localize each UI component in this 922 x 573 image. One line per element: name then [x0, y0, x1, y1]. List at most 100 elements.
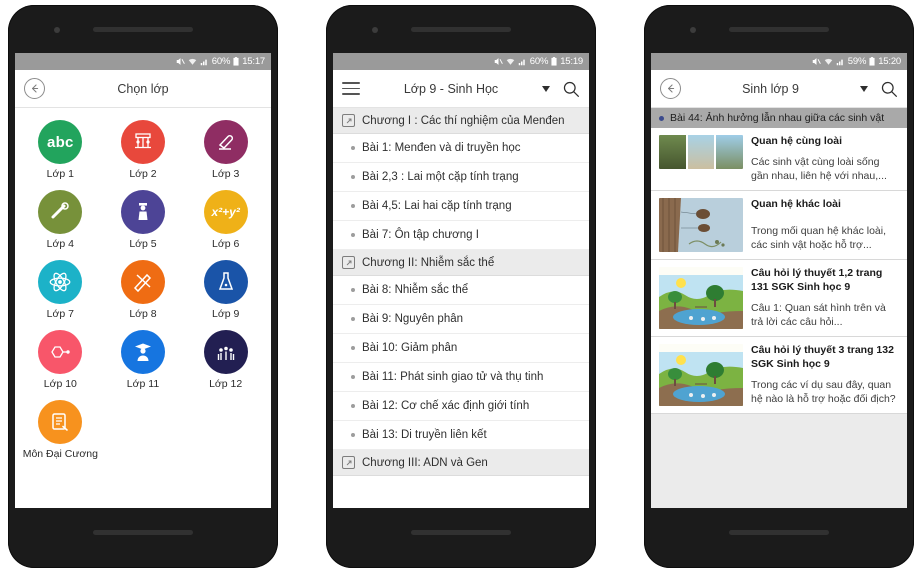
bullet-icon	[351, 346, 355, 350]
lesson-label: Bài 7: Ôn tập chương I	[362, 229, 479, 241]
phone-top-bezel	[8, 5, 278, 53]
hamburger-menu-icon[interactable]	[342, 79, 360, 98]
chapter-row[interactable]: Chương III: ADN và Gen	[333, 450, 589, 476]
caret-down-icon[interactable]	[542, 85, 550, 92]
class-tile-lop-9[interactable]: Lớp 9	[184, 260, 267, 320]
chapter-expand-icon	[342, 256, 355, 269]
class-tile-lop-7[interactable]: Lớp 7	[19, 260, 102, 320]
student-icon	[120, 190, 165, 234]
battery-percent-label: 60%	[211, 56, 231, 67]
article-card-list[interactable]: Quan hệ cùng loài Các sinh vật cùng loài…	[651, 128, 907, 508]
back-button[interactable]	[24, 78, 45, 99]
lesson-label: Bài 8: Nhiễm sắc thể	[362, 284, 469, 296]
list-item[interactable]: Quan hệ khác loài Trong mối quan hệ khác…	[651, 190, 907, 260]
front-camera-icon	[372, 27, 378, 33]
three-phone-mockup: 60% 15:17 Chọn lớp abc Lớp 1 Lớp 2 Lớp 3…	[0, 0, 922, 573]
class-tile-lop-11[interactable]: Lớp 11	[102, 330, 185, 390]
class-tile-label: Lớp 3	[211, 168, 240, 180]
bullet-icon	[351, 288, 355, 292]
phone-top-bezel	[326, 5, 596, 53]
class-tile-mon-dai-cuong[interactable]: Môn Đại Cương	[19, 400, 102, 460]
class-tile-label: Lớp 8	[129, 308, 157, 320]
ecosystem-diagram-thumbnail	[659, 266, 743, 329]
list-item[interactable]: Bài 2,3 : Lai một cặp tính trạng	[333, 163, 589, 192]
page-title: Lớp 9 - Sinh Học	[403, 81, 499, 96]
home-indicator	[411, 530, 511, 535]
class-tile-lop-1[interactable]: abc Lớp 1	[19, 120, 102, 180]
class-tile-lop-3[interactable]: Lớp 3	[184, 120, 267, 180]
atom-icon	[38, 260, 83, 304]
class-tile-lop-4[interactable]: Lớp 4	[19, 190, 102, 250]
class-tile-lop-2[interactable]: Lớp 2	[102, 120, 185, 180]
cliff-diagram-thumbnail	[659, 197, 743, 252]
abacus-icon	[120, 120, 165, 164]
wifi-icon	[824, 58, 833, 65]
signal-icon	[518, 59, 525, 66]
app-bar-2: Lớp 9 - Sinh Học	[333, 70, 589, 108]
lesson-label: Bài 1: Menđen và di truyền học	[362, 142, 521, 154]
chapter-label: Chương III: ADN và Gen	[362, 456, 488, 469]
class-tile-lop-10[interactable]: Lớp 10	[19, 330, 102, 390]
card-description: Các sinh vật cùng loài sống gần nhau, li…	[751, 155, 887, 182]
list-item[interactable]: Bài 10: Giảm phân	[333, 334, 589, 363]
list-item[interactable]: Câu hỏi lý thuyết 1,2 trang 131 SGK Sinh…	[651, 259, 907, 337]
phone-bottom-bezel	[8, 508, 278, 568]
algebra-icon: x²+y²	[203, 190, 248, 234]
chapter-expand-icon	[342, 456, 355, 469]
class-tile-label: Lớp 6	[211, 238, 240, 250]
class-grid: abc Lớp 1 Lớp 2 Lớp 3 Lớp 4 Lớp 5 x²+y² …	[15, 108, 271, 508]
current-lesson-header[interactable]: Bài 44: Ảnh hưởng lẫn nhau giữa các sinh…	[651, 108, 907, 128]
bullet-icon	[351, 175, 355, 179]
earpiece-speaker	[93, 27, 193, 32]
lesson-label: Bài 4,5: Lai hai cặp tính trạng	[362, 200, 512, 212]
search-icon[interactable]	[562, 80, 580, 98]
wifi-icon	[506, 58, 515, 65]
eraser-icon	[203, 120, 248, 164]
list-item[interactable]: Bài 1: Menđen và di truyền học	[333, 134, 589, 163]
tile-glyph: abc	[46, 133, 74, 151]
chapter-expand-icon	[342, 114, 355, 127]
class-tile-lop-6[interactable]: x²+y² Lớp 6	[184, 190, 267, 250]
class-tile-lop-5[interactable]: Lớp 5	[102, 190, 185, 250]
list-item[interactable]: Bài 4,5: Lai hai cặp tính trạng	[333, 192, 589, 221]
list-item[interactable]: Bài 13: Di truyền liên kết	[333, 421, 589, 450]
signal-icon	[200, 59, 207, 66]
page-title: Sinh lớp 9	[742, 81, 799, 96]
bullet-icon	[659, 115, 664, 121]
list-item[interactable]: Bài 9: Nguyên phân	[333, 305, 589, 334]
lesson-label: Bài 11: Phát sinh giao tử và thụ tinh	[362, 371, 544, 383]
chapter-row[interactable]: Chương I : Các thí nghiệm của Menđen	[333, 108, 589, 134]
chapter-label: Chương I : Các thí nghiệm của Menđen	[362, 114, 565, 127]
phone-device-3: 59% 15:20 Sinh lớp 9 Bài 44: Ảnh hưởng l…	[644, 5, 914, 568]
caret-down-icon[interactable]	[860, 85, 868, 92]
list-item[interactable]: Quan hệ cùng loài Các sinh vật cùng loài…	[651, 128, 907, 191]
class-tile-label: Lớp 5	[129, 238, 157, 250]
front-camera-icon	[690, 27, 696, 33]
app-bar-3: Sinh lớp 9	[651, 70, 907, 108]
back-button[interactable]	[660, 78, 681, 99]
celebration-icon	[203, 330, 248, 374]
list-item[interactable]: Bài 8: Nhiễm sắc thể	[333, 276, 589, 305]
card-body: Quan hệ cùng loài Các sinh vật cùng loài…	[751, 135, 899, 183]
lesson-label: Bài 9: Nguyên phân	[362, 313, 464, 325]
diploma-icon	[38, 190, 83, 234]
home-indicator	[93, 530, 193, 535]
list-item[interactable]: Bài 7: Ôn tập chương I	[333, 221, 589, 250]
class-tile-lop-8[interactable]: Lớp 8	[102, 260, 185, 320]
chapter-lesson-list[interactable]: Chương I : Các thí nghiệm của Menđen Bài…	[333, 108, 589, 508]
mute-icon	[176, 58, 185, 65]
bullet-icon	[351, 404, 355, 408]
list-item[interactable]: Bài 12: Cơ chế xác định giới tính	[333, 392, 589, 421]
clock-label: 15:19	[560, 56, 583, 67]
search-icon[interactable]	[880, 80, 898, 98]
status-bar-1: 60% 15:17	[15, 53, 271, 70]
chapter-row[interactable]: Chương II: Nhiễm sắc thể	[333, 250, 589, 276]
abc-icon: abc	[38, 120, 83, 164]
bullet-icon	[351, 433, 355, 437]
class-tile-lop-12[interactable]: Lớp 12	[184, 330, 267, 390]
list-item[interactable]: Câu hỏi lý thuyết 3 trang 132 SGK Sinh h…	[651, 336, 907, 414]
lesson-label: Bài 13: Di truyền liên kết	[362, 429, 487, 441]
lesson-label: Bài 12: Cơ chế xác định giới tính	[362, 400, 530, 412]
list-item[interactable]: Bài 11: Phát sinh giao tử và thụ tinh	[333, 363, 589, 392]
earpiece-speaker	[729, 27, 829, 32]
